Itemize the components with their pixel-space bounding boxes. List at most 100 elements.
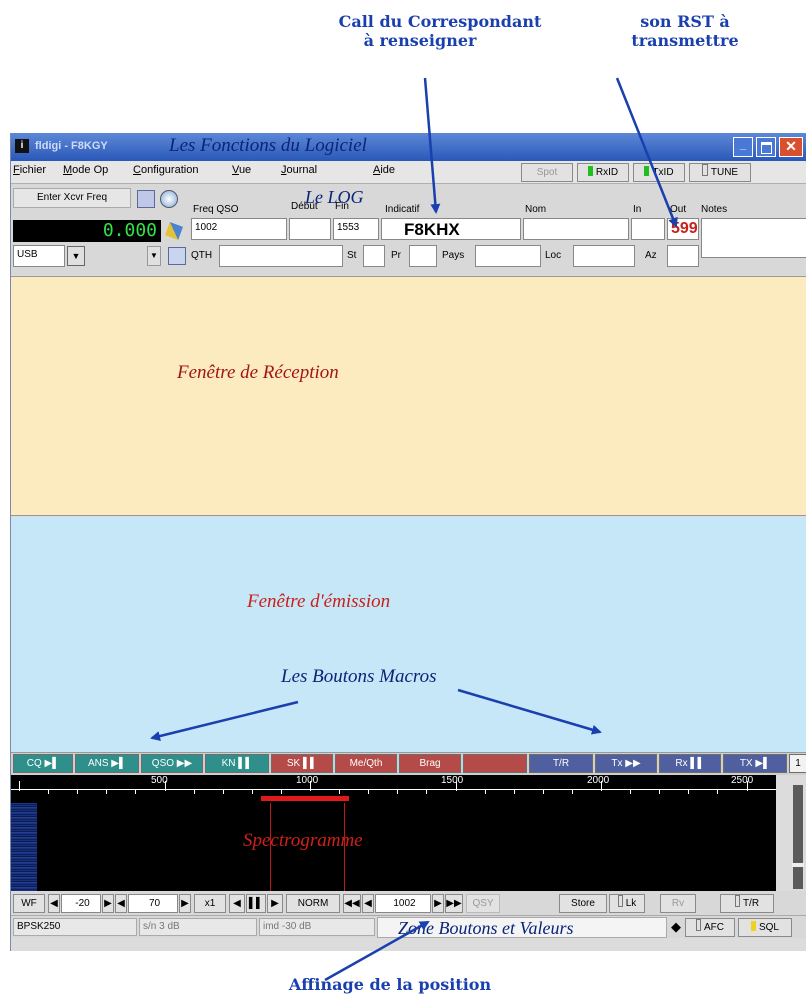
lock-button[interactable]: Lk (609, 894, 645, 913)
freq-qso-field[interactable]: 1002 (191, 218, 287, 240)
macro-qso[interactable]: QSO ▶▶ (141, 754, 203, 773)
macro-page-button[interactable]: 1 (789, 754, 806, 773)
nom-field[interactable] (523, 218, 629, 240)
pr-field[interactable] (409, 245, 437, 267)
debut-field[interactable] (289, 218, 331, 240)
az-field[interactable] (667, 245, 699, 267)
qth-field[interactable] (219, 245, 343, 267)
scale-tick (484, 789, 486, 794)
scale-tick (746, 781, 748, 791)
scale-tick (310, 781, 311, 791)
macro-tr[interactable]: T/R (529, 754, 593, 773)
macro-rx[interactable]: Rx ▌▌ (659, 754, 721, 773)
scale-baseline (11, 789, 776, 790)
freq-right-button[interactable]: ▶ (267, 894, 283, 913)
notes-field[interactable] (701, 218, 806, 258)
ref-decrease[interactable]: ◀ (48, 894, 60, 913)
app-icon: i (15, 139, 29, 153)
waterfall-display[interactable]: Spectrogramme (11, 803, 776, 891)
ref-level-field[interactable]: -20 (61, 894, 101, 913)
freq-left-button[interactable]: ◀ (229, 894, 245, 913)
frequency-scale[interactable]: 500 1000 1500 2000 2500 (11, 775, 776, 803)
scale-tick (717, 789, 719, 794)
carrier-right[interactable]: ▶ (432, 894, 444, 913)
sql-indicator (750, 921, 756, 931)
menu-mode-op[interactable]: Mode Op (63, 164, 108, 176)
rst-in-field[interactable] (631, 218, 665, 240)
rst-out-field[interactable]: 599 (667, 218, 699, 240)
range-decrease[interactable]: ◀ (115, 894, 127, 913)
macro-cq[interactable]: CQ ▶▌ (13, 754, 73, 773)
scale-tick (426, 789, 428, 794)
menu-journal[interactable]: Journal (281, 164, 317, 176)
transmit-pane[interactable]: Fenêtre d'émission Les Boutons Macros (11, 517, 806, 753)
range-field[interactable]: 70 (128, 894, 178, 913)
pencil-icon[interactable] (165, 222, 183, 240)
afc-button[interactable]: AFC (685, 918, 735, 937)
menu-fichier[interactable]: Fichier (13, 164, 46, 176)
st-field[interactable] (363, 245, 385, 267)
enter-xcvr-freq-button[interactable]: Enter Xcvr Freq (13, 188, 131, 208)
waterfall-scrollbar[interactable] (793, 785, 803, 889)
txid-button[interactable]: TxID (633, 163, 685, 182)
search-globe-icon[interactable] (160, 190, 178, 208)
mode-select[interactable]: USB (13, 245, 65, 267)
freq-display[interactable]: 0.000 (13, 220, 161, 242)
tune-button[interactable]: TUNE (689, 163, 751, 182)
scale-tick (77, 789, 79, 794)
indicatif-field[interactable]: F8KHX (381, 218, 521, 240)
rxid-label: RxID (595, 167, 619, 178)
scale-tick (164, 781, 166, 791)
scale-tick (630, 789, 632, 794)
macro-tx-end[interactable]: TX ▶▌ (723, 754, 787, 773)
pause-button[interactable]: ▌▌ (246, 894, 266, 913)
mode-status[interactable]: BPSK250 (13, 918, 137, 936)
zoom-button[interactable]: x1 (194, 894, 226, 913)
annotation-rst-line1: son RST à (640, 12, 730, 31)
scale-label-2500: 2500 (731, 775, 754, 786)
macro-me-qth[interactable]: Me/Qth (335, 754, 397, 773)
minimize-button[interactable]: _ (733, 137, 753, 157)
speed-button[interactable]: NORM (286, 894, 340, 913)
spot-button[interactable]: Spot (521, 163, 573, 182)
pays-field[interactable] (475, 245, 541, 267)
qth-lookup-icon[interactable] (168, 247, 186, 265)
macro-empty[interactable] (463, 754, 527, 773)
store-button[interactable]: Store (559, 894, 607, 913)
tr-button[interactable]: T/R (720, 894, 774, 913)
bandwidth-dropdown[interactable]: ▼ (147, 246, 161, 266)
rxid-button[interactable]: RxID (577, 163, 629, 182)
scale-tick (251, 789, 253, 794)
maximize-button[interactable] (756, 137, 776, 157)
sql-button[interactable]: SQL (738, 918, 792, 937)
menu-vue[interactable]: Vue (232, 164, 251, 176)
loc-field[interactable] (573, 245, 635, 267)
carrier-left[interactable]: ◀ (362, 894, 374, 913)
macro-tx[interactable]: Tx ▶▶ (595, 754, 657, 773)
macro-brag[interactable]: Brag (399, 754, 461, 773)
reverse-button[interactable]: Rv (660, 894, 696, 913)
receive-pane[interactable]: Fenêtre de Réception (11, 276, 806, 516)
waterfall-scroll-thumb[interactable] (792, 863, 804, 867)
carrier-freq-field[interactable]: 1002 (375, 894, 431, 913)
log-book-icon[interactable] (137, 190, 155, 208)
fin-field[interactable]: 1553 (333, 218, 379, 240)
mode-dropdown-button[interactable]: ▼ (67, 246, 85, 266)
wf-button[interactable]: WF (13, 894, 45, 913)
scale-tick (280, 789, 282, 794)
scale-right-panel (776, 775, 806, 891)
range-increase[interactable]: ▶ (179, 894, 191, 913)
close-button[interactable]: ✕ (779, 137, 803, 157)
rxid-indicator (587, 166, 593, 176)
menu-aide[interactable]: Aide (373, 164, 395, 176)
menu-configuration[interactable]: Configuration (133, 164, 198, 176)
carrier-fast-right[interactable]: ▶▶ (445, 894, 463, 913)
ref-increase[interactable]: ▶ (102, 894, 114, 913)
macro-kn[interactable]: KN ▌▌ (205, 754, 269, 773)
macro-ans[interactable]: ANS ▶▌ (75, 754, 139, 773)
carrier-fast-left[interactable]: ◀◀ (343, 894, 361, 913)
receive-annotation: Fenêtre de Réception (177, 362, 339, 383)
qsy-button[interactable]: QSY (466, 894, 500, 913)
diamond-indicator[interactable]: ◆ (671, 919, 681, 935)
macro-sk[interactable]: SK ▌▌ (271, 754, 333, 773)
